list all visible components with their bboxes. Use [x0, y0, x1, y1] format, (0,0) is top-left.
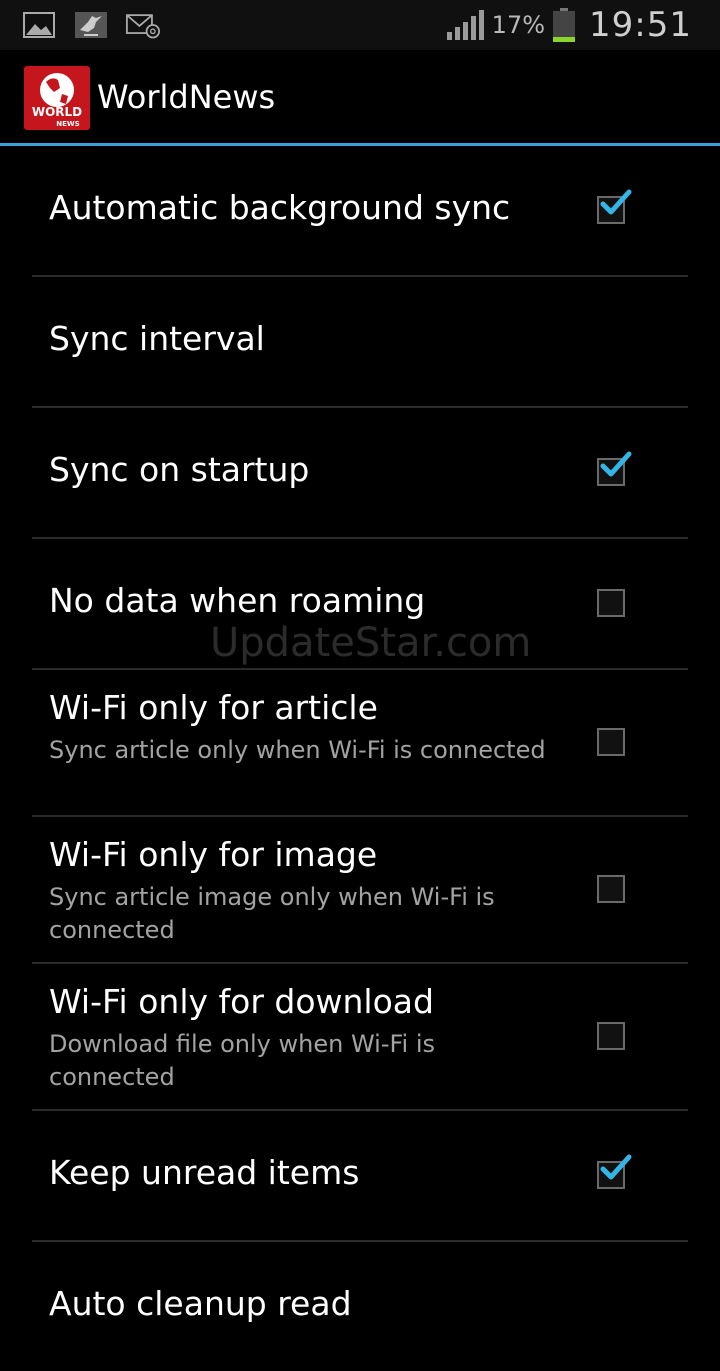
setting-row[interactable]: No data when roaming [32, 539, 688, 670]
setting-checkbox[interactable] [597, 451, 632, 486]
setting-summary: Sync article only when Wi-Fi is connecte… [49, 736, 546, 764]
setting-summary: Sync article image only when Wi-Fi is co… [49, 883, 495, 944]
status-bar: 17% 19:51 [0, 0, 720, 50]
setting-checkbox[interactable] [597, 589, 625, 617]
setting-title: Wi-Fi only for image [49, 835, 378, 874]
setting-row[interactable]: Sync on startup [32, 408, 688, 539]
setting-title: Automatic background sync [49, 188, 511, 227]
setting-summary: Download file only when Wi-Fi is connect… [49, 1030, 436, 1091]
setting-title: Keep unread items [49, 1153, 360, 1192]
clock: 19:51 [589, 5, 692, 45]
setting-row[interactable]: Wi-Fi only for download Download file onl… [32, 964, 688, 1111]
bird-icon [75, 12, 107, 38]
setting-checkbox[interactable] [597, 875, 625, 903]
setting-row[interactable]: Automatic background sync [32, 146, 688, 277]
setting-title: Wi-Fi only for download [49, 982, 434, 1021]
setting-row[interactable]: Auto cleanup read [32, 1242, 688, 1371]
setting-title: Sync interval [49, 319, 265, 358]
setting-row[interactable]: Sync interval [32, 277, 688, 408]
battery-icon [553, 8, 576, 42]
setting-checkbox[interactable] [597, 1154, 632, 1189]
setting-title: No data when roaming [49, 581, 426, 620]
checkmark-icon [600, 451, 632, 477]
email-icon [126, 14, 160, 39]
gallery-icon [23, 12, 55, 38]
setting-title: Auto cleanup read [49, 1284, 352, 1323]
checkmark-icon [600, 189, 632, 215]
setting-checkbox[interactable] [597, 1022, 625, 1050]
worldnews-logo[interactable]: WORLD NEWS [24, 66, 90, 130]
setting-checkbox[interactable] [597, 189, 632, 224]
setting-title: Sync on startup [49, 450, 310, 489]
action-bar: WORLD NEWS WorldNews [0, 50, 720, 146]
settings-list: Automatic background sync Sync interval Sy… [0, 146, 720, 1371]
setting-row[interactable]: Keep unread items [32, 1111, 688, 1242]
setting-checkbox[interactable] [597, 728, 625, 756]
setting-title: Wi-Fi only for article [49, 688, 378, 727]
signal-bars-icon [446, 10, 484, 40]
logo-text-bottom: NEWS [56, 120, 79, 128]
checkmark-icon [600, 1154, 632, 1180]
logo-text-top: WORLD [32, 105, 82, 119]
battery-percent: 17% [491, 11, 546, 39]
app-title: WorldNews [97, 78, 276, 116]
setting-row[interactable]: Wi-Fi only for image Sync article image o… [32, 817, 688, 964]
setting-row[interactable]: Wi-Fi only for article Sync article only … [32, 670, 688, 817]
